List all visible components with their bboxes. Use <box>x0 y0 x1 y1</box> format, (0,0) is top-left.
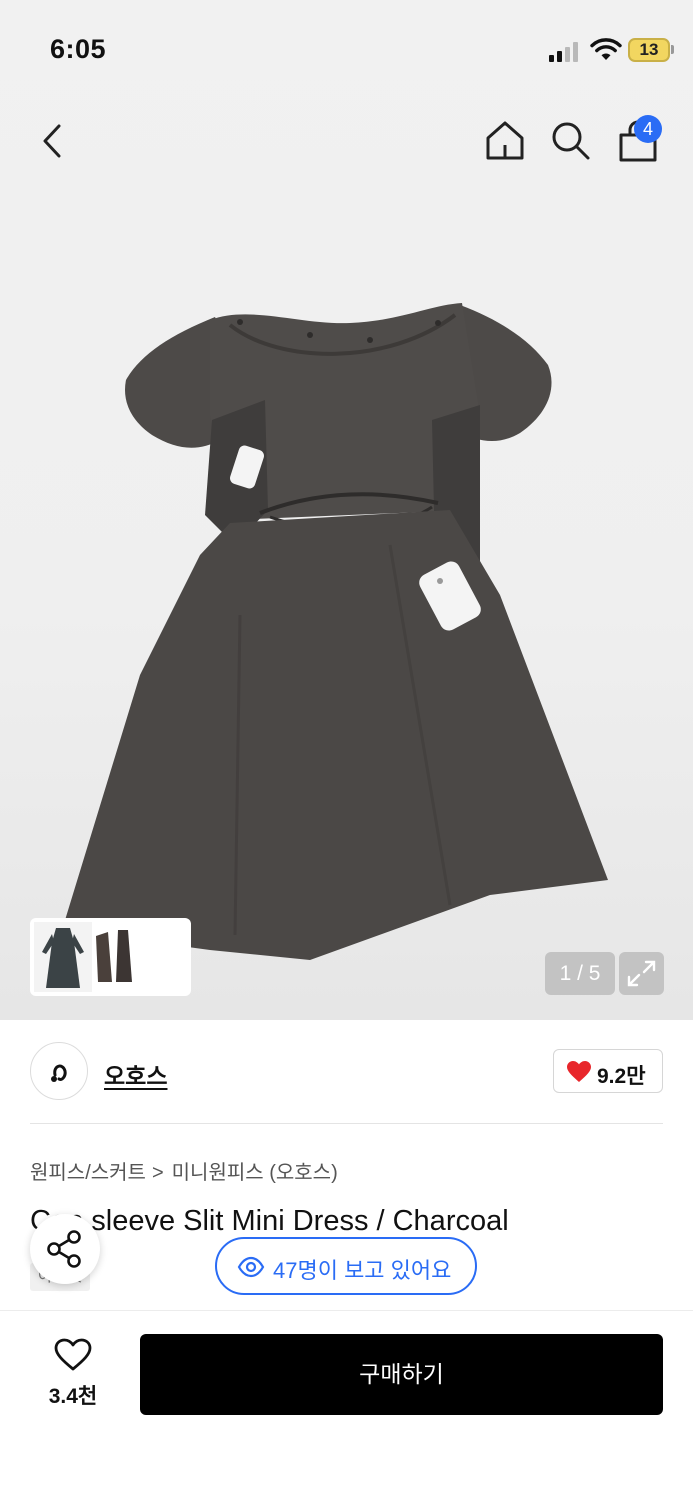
breadcrumb-separator: > <box>151 1162 164 1184</box>
breadcrumb-category[interactable]: 원피스/스커트 <box>30 1162 146 1184</box>
thumbnail-image[interactable] <box>92 922 148 992</box>
wishlist-button[interactable]: 3.4천 <box>40 1336 106 1410</box>
wifi-icon <box>590 38 622 60</box>
status-time: 6:05 <box>50 34 107 64</box>
buy-button[interactable]: 구매하기 <box>140 1334 663 1415</box>
divider <box>30 1123 663 1124</box>
brand-name-link[interactable]: 오호스 <box>104 1057 167 1091</box>
product-title: Cap sleeve Slit Mini Dress / Charcoal <box>30 1205 509 1237</box>
expand-icon <box>627 960 656 987</box>
chevron-left-icon <box>43 124 61 158</box>
home-button[interactable] <box>482 118 528 164</box>
brand-logo[interactable] <box>30 1042 88 1100</box>
eye-icon <box>237 1256 265 1278</box>
viewers-text: 47명이 보고 있어요 <box>273 1258 452 1283</box>
viewers-notice: 47명이 보고 있어요 <box>215 1237 477 1295</box>
battery-cap <box>671 45 674 54</box>
share-icon <box>47 1230 81 1268</box>
image-pager: 1 / 5 <box>545 952 615 995</box>
home-icon <box>486 121 524 160</box>
search-icon <box>552 122 590 160</box>
brand-like-count: 9.2만 <box>597 1065 646 1088</box>
share-button[interactable] <box>30 1214 100 1284</box>
search-button[interactable] <box>548 118 594 164</box>
signal-icon <box>549 42 581 62</box>
back-button[interactable] <box>30 118 76 164</box>
brand-row[interactable]: 오호스 9.2만 <box>30 1040 663 1102</box>
battery-indicator: 13 <box>628 38 670 62</box>
thumbnail-strip[interactable] <box>30 918 191 996</box>
heart-outline-icon <box>54 1338 92 1371</box>
brand-like-button[interactable]: 9.2만 <box>553 1049 663 1093</box>
expand-button[interactable] <box>619 952 664 995</box>
cart-count-badge: 4 <box>634 115 662 143</box>
status-bar: 6:05 13 <box>0 0 693 100</box>
thumbnail-image[interactable] <box>34 922 92 992</box>
heart-filled-icon <box>567 1061 591 1082</box>
wishlist-count: 3.4천 <box>48 1385 98 1408</box>
breadcrumb-subcategory[interactable]: 미니원피스 (오호스) <box>172 1162 338 1184</box>
breadcrumb: 원피스/스커트 > 미니원피스 (오호스) <box>30 1156 338 1185</box>
brand-logo-mark <box>51 1064 67 1082</box>
product-photo <box>62 303 608 960</box>
